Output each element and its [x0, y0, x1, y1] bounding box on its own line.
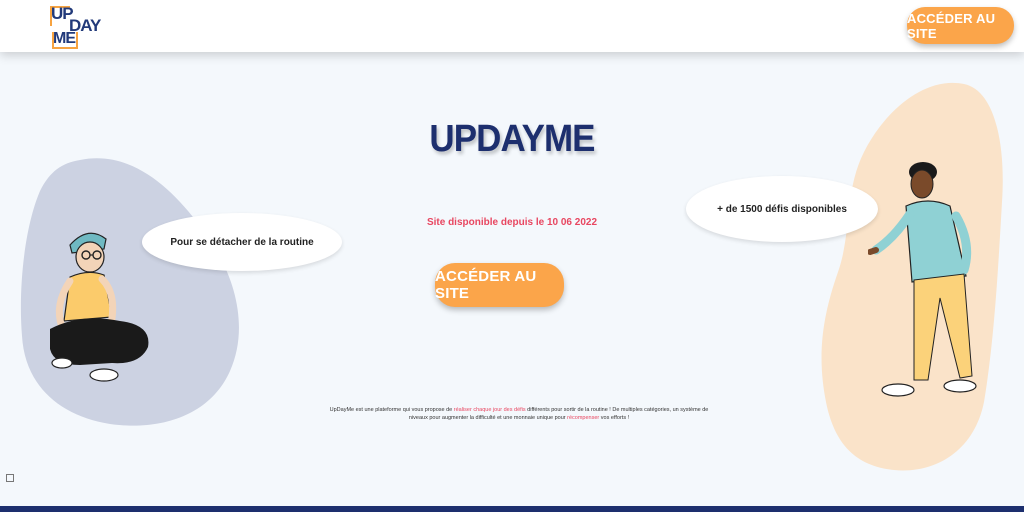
header-access-site-button[interactable]: ACCÉDER AU SITE	[907, 7, 1014, 44]
sitting-person-illustration	[50, 232, 149, 382]
footer-bar	[0, 506, 1024, 512]
updayme-logo[interactable]: UP DAY ME	[50, 4, 101, 50]
logo-text-me: ME	[53, 30, 76, 47]
availability-date-text: Site disponible depuis le 10 06 2022	[426, 217, 598, 228]
walking-person-illustration	[868, 162, 977, 397]
header: UP DAY ME ACCÉDER AU SITE	[0, 0, 1024, 52]
speech-bubble-right: + de 1500 défis disponibles	[686, 176, 878, 242]
site-description: UpDayMe est une plateforme qui vous prop…	[329, 407, 709, 421]
main-access-site-button[interactable]: ACCÉDER AU SITE	[435, 263, 564, 307]
description-highlight-recompenser: récompenser	[567, 415, 600, 421]
page-title: UPDAYME	[429, 118, 595, 160]
speech-bubble-left-text: Pour se détacher de la routine	[170, 236, 314, 248]
speech-bubble-right-text: + de 1500 défis disponibles	[717, 203, 847, 215]
small-square-icon[interactable]	[6, 474, 14, 482]
description-highlight-defis: réaliser chaque jour des défis	[453, 407, 526, 413]
